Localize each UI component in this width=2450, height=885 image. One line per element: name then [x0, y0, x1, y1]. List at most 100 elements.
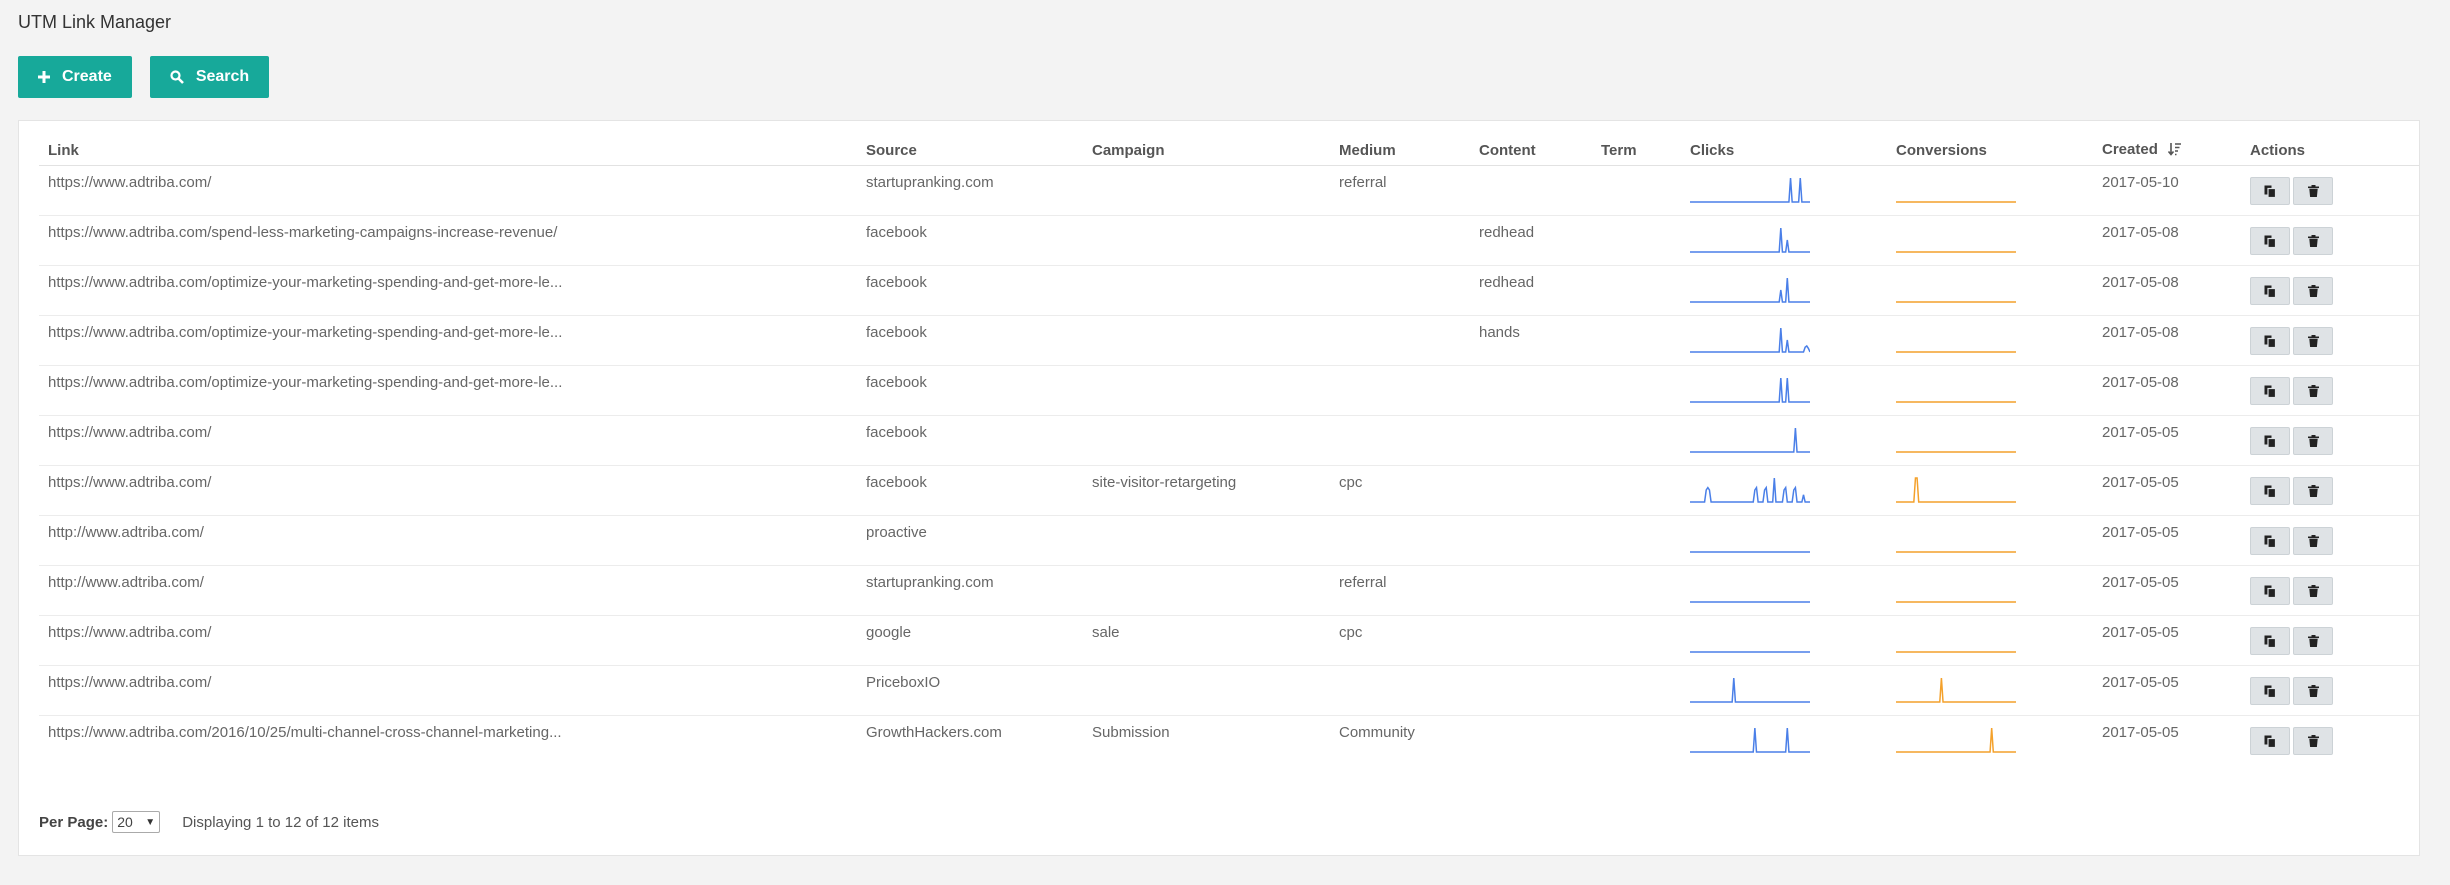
cell-created: 2017-05-08 [2093, 365, 2241, 416]
cell-clicks [1681, 415, 1887, 466]
col-header-term[interactable]: Term [1592, 135, 1681, 166]
trash-icon [2307, 685, 2319, 697]
sort-descending-icon[interactable] [2167, 142, 2182, 160]
copy-icon [2264, 185, 2276, 198]
cell-link[interactable]: https://www.adtriba.com/2016/10/25/multi… [39, 716, 857, 766]
cell-link[interactable]: https://www.adtriba.com/ [39, 615, 857, 666]
conversions-sparkline [1896, 551, 2016, 553]
cell-link[interactable]: https://www.adtriba.com/optimize-your-ma… [39, 265, 857, 316]
cell-medium: Community [1339, 724, 1415, 741]
cell-clicks [1681, 515, 1887, 566]
clicks-sparkline-line [1690, 177, 1810, 203]
copy-icon [2264, 735, 2276, 748]
copy-button[interactable] [2250, 577, 2290, 605]
copy-button[interactable] [2250, 527, 2290, 555]
delete-button[interactable] [2293, 277, 2333, 305]
cell-link[interactable]: https://www.adtriba.com/ [39, 165, 857, 216]
delete-button[interactable] [2293, 427, 2333, 455]
cell-link[interactable]: https://www.adtriba.com/ [39, 665, 857, 716]
cell-medium [1330, 315, 1470, 366]
per-page-select[interactable]: 20 ▼ [112, 811, 161, 833]
clicks-sparkline-line [1690, 277, 1810, 303]
conversions-sparkline [1896, 201, 2016, 203]
clicks-sparkline [1690, 427, 1810, 453]
clicks-sparkline [1690, 377, 1810, 403]
search-button[interactable]: Search [149, 56, 270, 98]
trash-icon [2307, 235, 2319, 247]
cell-conversions [1887, 465, 2093, 516]
cell-actions [2241, 365, 2419, 416]
search-icon [170, 70, 184, 84]
cell-source: facebook [857, 365, 1083, 416]
copy-button[interactable] [2250, 677, 2290, 705]
cell-medium [1330, 515, 1470, 566]
table-row: https://www.adtriba.com/facebook site-vis… [39, 465, 2419, 516]
table-header-row: Link Source Campaign Medium Content Term… [39, 135, 2419, 166]
copy-button[interactable] [2250, 227, 2290, 255]
cell-campaign [1083, 265, 1330, 316]
pagination-summary: Displaying 1 to 12 of 12 items [182, 813, 379, 831]
col-header-created[interactable]: Created [2093, 135, 2241, 166]
cell-link[interactable]: https://www.adtriba.com/ [39, 465, 857, 516]
cell-clicks [1681, 365, 1887, 416]
delete-button[interactable] [2293, 327, 2333, 355]
copy-button[interactable] [2250, 477, 2290, 505]
cell-medium [1330, 365, 1470, 416]
cell-actions [2241, 415, 2419, 466]
clicks-sparkline [1690, 677, 1810, 703]
cell-medium [1330, 665, 1470, 716]
clicks-sparkline-line [1690, 727, 1810, 753]
trash-icon [2307, 585, 2319, 597]
cell-actions [2241, 665, 2419, 716]
cell-link[interactable]: http://www.adtriba.com/ [39, 565, 857, 616]
copy-button[interactable] [2250, 427, 2290, 455]
copy-button[interactable] [2250, 627, 2290, 655]
cell-medium [1330, 265, 1470, 316]
cell-campaign [1083, 515, 1330, 566]
cell-medium: cpc [1330, 615, 1470, 666]
cell-clicks [1681, 716, 1887, 766]
delete-button[interactable] [2293, 477, 2333, 505]
cell-clicks [1681, 165, 1887, 216]
copy-button[interactable] [2250, 177, 2290, 205]
delete-button[interactable] [2293, 727, 2333, 755]
cell-term [1592, 465, 1681, 516]
col-header-clicks: Clicks [1681, 135, 1887, 166]
copy-button[interactable] [2250, 327, 2290, 355]
cell-conversions [1887, 315, 2093, 366]
col-header-content[interactable]: Content [1470, 135, 1592, 166]
copy-button[interactable] [2250, 277, 2290, 305]
table-row: https://www.adtriba.com/optimize-your-ma… [39, 365, 2419, 416]
search-button-label: Search [195, 68, 250, 85]
col-header-medium[interactable]: Medium [1330, 135, 1470, 166]
col-header-link[interactable]: Link [39, 135, 857, 166]
delete-button[interactable] [2293, 377, 2333, 405]
plus-icon [38, 71, 50, 83]
delete-button[interactable] [2293, 627, 2333, 655]
copy-icon [2264, 485, 2276, 498]
copy-button[interactable] [2250, 727, 2290, 755]
cell-link[interactable]: https://www.adtriba.com/ [39, 415, 857, 466]
cell-link[interactable]: https://www.adtriba.com/optimize-your-ma… [39, 315, 857, 366]
col-header-campaign[interactable]: Campaign [1083, 135, 1330, 166]
col-header-source[interactable]: Source [857, 135, 1083, 166]
page-title: UTM Link Manager [18, 12, 172, 32]
copy-icon [2264, 685, 2276, 698]
delete-button[interactable] [2293, 577, 2333, 605]
cell-term [1592, 415, 1681, 466]
cell-link[interactable]: https://www.adtriba.com/optimize-your-ma… [39, 365, 857, 416]
delete-button[interactable] [2293, 677, 2333, 705]
cell-term [1592, 515, 1681, 566]
cell-source: facebook [857, 415, 1083, 466]
cell-link[interactable]: https://www.adtriba.com/spend-less-marke… [39, 215, 857, 266]
clicks-sparkline-line [1690, 227, 1810, 253]
delete-button[interactable] [2293, 177, 2333, 205]
create-button[interactable]: Create [18, 56, 132, 98]
copy-button[interactable] [2250, 377, 2290, 405]
cell-medium [1330, 215, 1470, 266]
cell-link[interactable]: http://www.adtriba.com/ [39, 515, 857, 566]
conversions-sparkline [1896, 601, 2016, 603]
delete-button[interactable] [2293, 227, 2333, 255]
delete-button[interactable] [2293, 527, 2333, 555]
create-button-label: Create [62, 68, 112, 85]
